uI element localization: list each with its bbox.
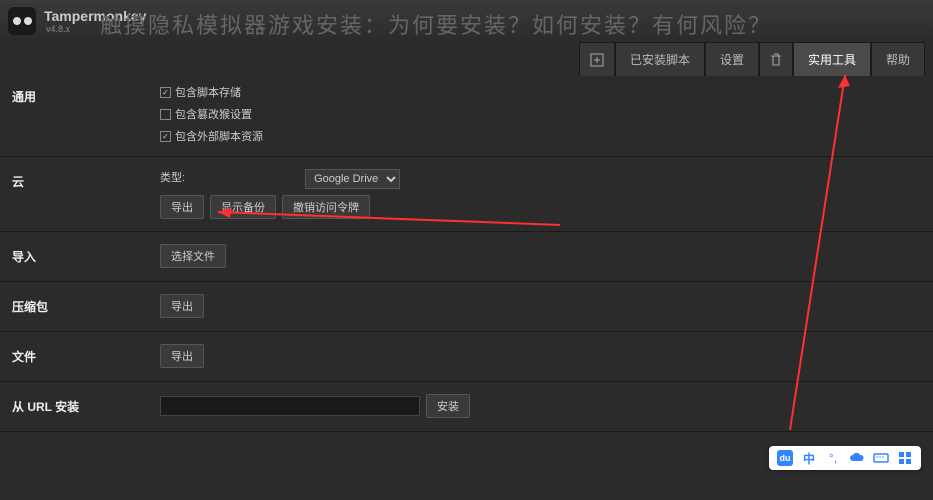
section-file: 文件 导出 bbox=[0, 332, 933, 382]
app-logo-icon bbox=[8, 7, 36, 35]
tab-installed-scripts[interactable]: 已安装脚本 bbox=[615, 42, 705, 76]
checkbox-include-storage[interactable]: ✓包含脚本存储 bbox=[160, 84, 933, 100]
cloud-type-label: 类型: bbox=[160, 169, 185, 185]
tab-utilities[interactable]: 实用工具 bbox=[793, 42, 871, 76]
section-zip: 压缩包 导出 bbox=[0, 282, 933, 332]
toolbar-keyboard-icon[interactable] bbox=[873, 450, 889, 466]
import-choose-file-button[interactable]: 选择文件 bbox=[160, 244, 226, 268]
section-label-zip: 压缩包 bbox=[0, 294, 160, 319]
checkbox-include-externals[interactable]: ✓包含外部脚本资源 bbox=[160, 128, 933, 144]
toolbar-lang-icon[interactable]: 中 bbox=[801, 450, 817, 466]
section-import: 导入 选择文件 bbox=[0, 232, 933, 282]
logo-area: Tampermonkey v4.8.x bbox=[8, 7, 146, 35]
app-name: Tampermonkey bbox=[44, 8, 146, 24]
checkbox-include-settings[interactable]: 包含篡改猴设置 bbox=[160, 106, 933, 122]
toolbar-punct-icon[interactable]: °, bbox=[825, 450, 841, 466]
section-general: 通用 ✓包含脚本存储 包含篡改猴设置 ✓包含外部脚本资源 bbox=[0, 72, 933, 157]
zip-export-button[interactable]: 导出 bbox=[160, 294, 204, 318]
tab-settings[interactable]: 设置 bbox=[705, 42, 759, 76]
url-install-input[interactable] bbox=[160, 396, 420, 416]
app-version: v4.8.x bbox=[46, 24, 146, 34]
tab-trash[interactable] bbox=[759, 42, 793, 76]
cloud-type-select[interactable]: Google Drive bbox=[305, 169, 400, 189]
tab-help[interactable]: 帮助 bbox=[871, 42, 925, 76]
cloud-show-backup-button[interactable]: 显示备份 bbox=[210, 195, 276, 219]
section-label-cloud: 云 bbox=[0, 169, 160, 219]
section-label-file: 文件 bbox=[0, 344, 160, 369]
cloud-revoke-button[interactable]: 撤销访问令牌 bbox=[282, 195, 370, 219]
cloud-export-button[interactable]: 导出 bbox=[160, 195, 204, 219]
section-label-import: 导入 bbox=[0, 244, 160, 269]
toolbar-grid-icon[interactable] bbox=[897, 450, 913, 466]
toolbar-cloud-icon[interactable] bbox=[849, 450, 865, 466]
overlay-title: 触摸隐私模拟器游戏安装：为何要安装？如何安装？有何风险？ bbox=[100, 8, 772, 40]
section-label-url: 从 URL 安装 bbox=[0, 394, 160, 419]
floating-toolbar: du 中 °, bbox=[769, 446, 921, 470]
file-export-button[interactable]: 导出 bbox=[160, 344, 204, 368]
section-url-install: 从 URL 安装 安装 bbox=[0, 382, 933, 432]
url-install-button[interactable]: 安装 bbox=[426, 394, 470, 418]
content-area: 通用 ✓包含脚本存储 包含篡改猴设置 ✓包含外部脚本资源 云 类型: Googl… bbox=[0, 42, 933, 432]
tab-new-script[interactable] bbox=[579, 42, 615, 76]
tab-bar: 已安装脚本 设置 实用工具 帮助 bbox=[579, 42, 925, 76]
header: Tampermonkey v4.8.x 触摸隐私模拟器游戏安装：为何要安装？如何… bbox=[0, 0, 933, 42]
toolbar-baidu-icon[interactable]: du bbox=[777, 450, 793, 466]
section-label-general: 通用 bbox=[0, 84, 160, 144]
section-cloud: 云 类型: Google Drive 导出 显示备份 撤销访问令牌 bbox=[0, 157, 933, 232]
